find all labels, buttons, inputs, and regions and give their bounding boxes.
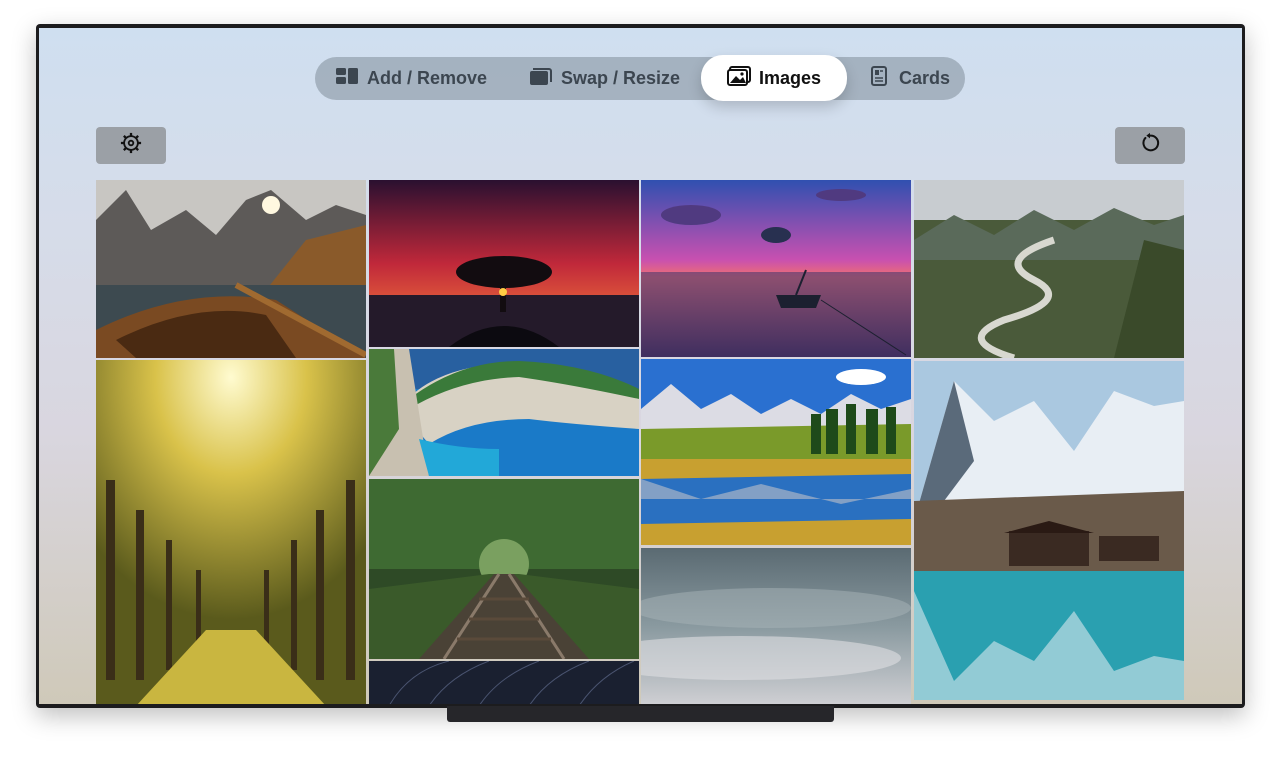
tab-cards[interactable]: Cards xyxy=(855,57,955,100)
gallery-image-star-trail-night-sky[interactable] xyxy=(369,661,639,704)
tab-label: Images xyxy=(758,67,822,88)
tv-stand xyxy=(447,706,834,722)
gallery-image-cliff-beach-turquoise-sea[interactable] xyxy=(369,349,639,476)
refresh-button[interactable] xyxy=(1115,127,1185,164)
gallery-image-yellow-forest-sun-path[interactable] xyxy=(96,360,366,704)
contact-card-icon xyxy=(867,66,891,91)
tab-add-remove[interactable]: Add / Remove xyxy=(323,57,508,100)
tab-label: Add / Remove xyxy=(367,68,488,88)
gear-icon xyxy=(120,132,142,159)
gallery-image-lake-boat-purple-sunset[interactable] xyxy=(641,180,911,357)
refresh-icon xyxy=(1139,132,1161,159)
tab-label: Cards xyxy=(899,68,951,88)
layout-grid-icon xyxy=(335,66,359,91)
gallery-image-river-valley-mountains[interactable] xyxy=(914,180,1184,358)
gallery-image-mountain-lake-rowboat[interactable] xyxy=(96,180,366,358)
gallery-image-tree-sunset-red-sky[interactable] xyxy=(369,180,639,347)
photo-icon xyxy=(726,65,751,91)
tab-bar: Add / Remove Swap / Resize Images Cards xyxy=(315,55,965,101)
gallery-image-alpine-meadow-reflection-lake[interactable] xyxy=(641,359,911,545)
tab-images[interactable]: Images xyxy=(701,55,847,101)
gallery-image-snowy-peaks-cabin-lake[interactable] xyxy=(914,361,1184,700)
tab-swap-resize[interactable]: Swap / Resize xyxy=(517,57,707,100)
stacked-cards-icon xyxy=(529,66,553,91)
tab-label: Swap / Resize xyxy=(561,68,681,88)
gallery-image-forest-railway-tracks[interactable] xyxy=(369,479,639,659)
gallery-image-grey-cloud-sky[interactable] xyxy=(641,548,911,704)
settings-button[interactable] xyxy=(96,127,166,164)
tv-screen: Add / Remove Swap / Resize Images Cards xyxy=(39,28,1242,704)
